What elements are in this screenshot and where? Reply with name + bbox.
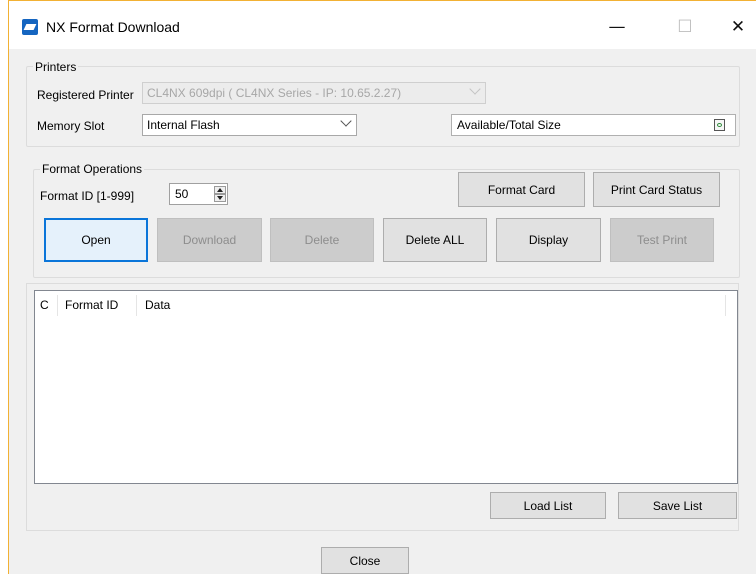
column-header-c[interactable]: C (40, 293, 49, 317)
memory-slot-select[interactable]: Internal Flash (142, 114, 357, 136)
save-list-button[interactable]: Save List (618, 492, 737, 519)
format-id-stepper[interactable]: 50 (169, 183, 228, 205)
format-id-label: Format ID [1-999] (40, 189, 135, 203)
format-card-label: Format Card (487, 182, 556, 197)
printers-group-label: Printers (33, 60, 79, 74)
column-divider[interactable] (725, 295, 726, 316)
caret-down-icon (217, 196, 223, 200)
maximize-button[interactable]: ☐ (667, 10, 703, 44)
test-print-label: Test Print (636, 233, 687, 247)
load-list-label: Load List (523, 498, 573, 513)
open-label: Open (81, 233, 111, 247)
close-button[interactable]: Close (321, 547, 409, 574)
delete-all-label: Delete ALL (405, 233, 465, 247)
download-button[interactable]: Download (157, 218, 262, 262)
format-operations-group-label: Format Operations (40, 162, 145, 176)
minimize-button[interactable]: — (599, 10, 635, 44)
delete-label: Delete (304, 233, 340, 247)
column-header-format-id[interactable]: Format ID (65, 293, 118, 317)
registered-printer-select[interactable]: CL4NX 609dpi ( CL4NX Series - IP: 10.65.… (142, 82, 486, 104)
memory-slot-label: Memory Slot (37, 119, 105, 133)
chevron-down-icon (340, 115, 352, 127)
registered-printer-value: CL4NX 609dpi ( CL4NX Series - IP: 10.65.… (147, 86, 402, 100)
delete-button[interactable]: Delete (270, 218, 374, 262)
close-window-button[interactable]: ✕ (720, 10, 756, 44)
format-list[interactable]: C Format ID Data (34, 290, 738, 484)
print-card-status-button[interactable]: Print Card Status (593, 172, 720, 207)
caret-up-icon (217, 188, 223, 192)
display-button[interactable]: Display (496, 218, 601, 262)
open-button[interactable]: Open (44, 218, 148, 262)
memory-slot-value: Internal Flash (147, 118, 220, 132)
display-label: Display (528, 233, 569, 247)
refresh-icon[interactable] (714, 119, 725, 131)
stepper-up-button[interactable] (214, 186, 226, 194)
chevron-down-icon (469, 83, 481, 95)
window-title: NX Format Download (46, 19, 180, 35)
test-print-button[interactable]: Test Print (610, 218, 714, 262)
save-list-label: Save List (652, 498, 703, 513)
available-size-field[interactable]: Available/Total Size (451, 114, 736, 136)
delete-all-button[interactable]: Delete ALL (383, 218, 487, 262)
column-divider[interactable] (136, 295, 137, 316)
column-header-data[interactable]: Data (145, 293, 170, 317)
app-logo-icon (22, 19, 38, 35)
download-label: Download (182, 233, 237, 247)
available-size-text: Available/Total Size (457, 118, 561, 132)
registered-printer-label: Registered Printer (37, 88, 134, 102)
stepper-down-button[interactable] (214, 194, 226, 202)
column-divider[interactable] (57, 295, 58, 316)
format-card-button[interactable]: Format Card (458, 172, 585, 207)
close-label: Close (349, 553, 381, 568)
print-card-status-label: Print Card Status (610, 182, 703, 197)
load-list-button[interactable]: Load List (490, 492, 606, 519)
format-id-value: 50 (175, 187, 189, 201)
